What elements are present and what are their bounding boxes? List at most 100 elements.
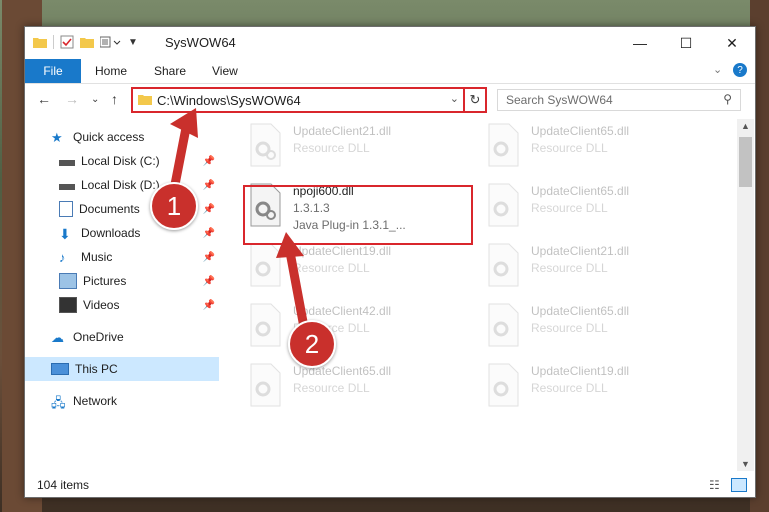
file-item[interactable]: UpdateClient65.dll Resource DLL	[247, 363, 477, 413]
forward-arrow-icon[interactable]: →	[65, 91, 79, 107]
drive-icon	[59, 160, 75, 166]
sidebar-item-downloads[interactable]: ⬇ Downloads 📌	[25, 221, 219, 245]
address-bar[interactable]: C:\Windows\SysWOW64 ⌄	[131, 87, 487, 113]
search-input[interactable]: Search SysWOW64 ⚲	[497, 89, 741, 111]
sidebar-item-this-pc[interactable]: This PC	[25, 357, 219, 381]
pin-icon[interactable]: 📌	[203, 228, 215, 239]
sidebar-item-label: Videos	[83, 298, 120, 312]
pin-icon[interactable]: 📌	[203, 276, 215, 287]
maximize-icon: ☐	[679, 34, 693, 51]
sidebar-item-label: OneDrive	[73, 330, 124, 344]
file-description: Resource DLL	[531, 261, 608, 275]
sidebar-item-label: Local Disk (D:)	[81, 178, 160, 192]
file-description: Resource DLL	[293, 141, 370, 155]
sidebar-item-pictures[interactable]: Pictures 📌	[25, 269, 219, 293]
file-item[interactable]: UpdateClient19.dll Resource DLL	[247, 243, 477, 293]
scroll-up-icon[interactable]: ▲	[741, 121, 750, 131]
explorer-window: ▼ SysWOW64 — ☐ ✕ File Home Share View ⌄ …	[24, 26, 756, 498]
file-item[interactable]: UpdateClient65.dll Resource DLL	[485, 123, 715, 173]
dll-file-icon	[485, 243, 521, 287]
sidebar-item-label: Documents	[79, 202, 140, 216]
vertical-scrollbar[interactable]: ▲ ▼	[737, 119, 754, 471]
refresh-button[interactable]: ↻	[463, 87, 487, 113]
large-icons-view-icon[interactable]	[731, 478, 747, 492]
scrollbar-thumb[interactable]	[739, 137, 752, 187]
maximize-button[interactable]: ☐	[663, 27, 709, 59]
sidebar-item-local-disk-c[interactable]: Local Disk (C:) 📌	[25, 149, 219, 173]
search-placeholder: Search SysWOW64	[506, 93, 613, 107]
tab-view[interactable]: View	[212, 59, 238, 83]
sidebar-item-label: Downloads	[81, 226, 141, 240]
dll-file-icon	[247, 303, 283, 347]
address-path: C:\Windows\SysWOW64	[157, 92, 301, 108]
details-view-icon[interactable]: ☷	[709, 478, 720, 492]
file-description: Resource DLL	[531, 201, 608, 215]
download-icon: ⬇	[59, 226, 71, 242]
file-name: UpdateClient65.dll	[531, 124, 630, 138]
properties-icon[interactable]	[60, 35, 74, 49]
close-button[interactable]: ✕	[709, 27, 755, 59]
network-icon: 🖧	[51, 395, 66, 410]
sidebar-item-label: Quick access	[73, 130, 145, 144]
minimize-icon: —	[633, 35, 647, 51]
minimize-button[interactable]: —	[617, 27, 663, 59]
file-item[interactable]: UpdateClient65.dll Resource DLL	[485, 183, 715, 233]
file-item[interactable]: UpdateClient42.dll Resource DLL	[247, 303, 477, 353]
sidebar-item-quick-access[interactable]: ★ Quick access	[25, 125, 245, 149]
close-icon: ✕	[726, 34, 738, 51]
tab-home[interactable]: Home	[95, 59, 127, 83]
title-bar: ▼ SysWOW64 — ☐ ✕	[25, 27, 755, 59]
sidebar-item-network[interactable]: 🖧 Network	[25, 389, 245, 413]
status-bar: 104 items ☷	[25, 473, 755, 497]
cloud-icon: ☁	[51, 330, 64, 345]
help-icon[interactable]: ?	[733, 63, 747, 77]
file-description: Resource DLL	[531, 321, 608, 335]
search-icon: ⚲	[723, 92, 732, 106]
music-icon: ♪	[59, 250, 66, 265]
sidebar-item-onedrive[interactable]: ☁ OneDrive	[25, 325, 245, 349]
new-folder-icon[interactable]	[80, 36, 94, 48]
pin-icon[interactable]: 📌	[203, 156, 215, 167]
back-arrow-icon[interactable]: ←	[37, 91, 51, 107]
pin-icon[interactable]: 📌	[203, 204, 215, 215]
sidebar-item-label: Local Disk (C:)	[81, 154, 160, 168]
dropdown-arrow-icon[interactable]: ▼	[128, 37, 138, 48]
sidebar-item-label: Pictures	[83, 274, 127, 288]
pin-icon[interactable]: 📌	[203, 252, 215, 263]
folder-icon[interactable]	[33, 36, 47, 48]
expand-ribbon-icon[interactable]: ⌄	[713, 63, 722, 76]
documents-icon	[59, 201, 73, 217]
file-item[interactable]: UpdateClient21.dll Resource DLL	[485, 243, 715, 293]
navigation-bar: ← → ⌄ ↑ C:\Windows\SysWOW64 ⌄ ↻ Search S…	[25, 85, 755, 115]
tab-share[interactable]: Share	[154, 59, 186, 83]
file-name: UpdateClient65.dll	[531, 304, 630, 318]
ribbon-tabs: File Home Share View ⌄ ?	[25, 59, 755, 84]
file-name: UpdateClient65.dll	[531, 184, 630, 198]
sidebar-item-label: Network	[73, 394, 118, 408]
computer-icon	[51, 363, 69, 375]
sidebar-item-videos[interactable]: Videos 📌	[25, 293, 219, 317]
file-item[interactable]: UpdateClient19.dll Resource DLL	[485, 363, 715, 413]
dll-file-icon	[247, 123, 283, 167]
tab-file[interactable]: File	[25, 59, 81, 83]
file-item[interactable]: UpdateClient65.dll Resource DLL	[485, 303, 715, 353]
recent-locations-icon[interactable]: ⌄	[91, 94, 99, 105]
highlight-box	[243, 185, 473, 245]
customize-icon[interactable]	[100, 36, 122, 48]
refresh-icon: ↻	[469, 92, 481, 107]
dll-file-icon	[485, 183, 521, 227]
file-item[interactable]: UpdateClient21.dll Resource DLL	[247, 123, 477, 173]
file-description: Resource DLL	[293, 261, 370, 275]
up-arrow-icon[interactable]: ↑	[111, 91, 118, 107]
item-count: 104 items	[37, 478, 90, 492]
file-description: Resource DLL	[531, 141, 608, 155]
dll-file-icon	[485, 303, 521, 347]
pin-icon[interactable]: 📌	[203, 300, 215, 311]
sidebar-item-music[interactable]: ♪ Music 📌	[25, 245, 219, 269]
pin-icon[interactable]: 📌	[203, 180, 215, 191]
sidebar-item-label: Music	[81, 250, 113, 264]
videos-icon	[59, 297, 77, 313]
address-dropdown-icon[interactable]: ⌄	[450, 92, 459, 105]
scroll-down-icon[interactable]: ▼	[741, 459, 750, 469]
window-title: SysWOW64	[165, 35, 236, 50]
